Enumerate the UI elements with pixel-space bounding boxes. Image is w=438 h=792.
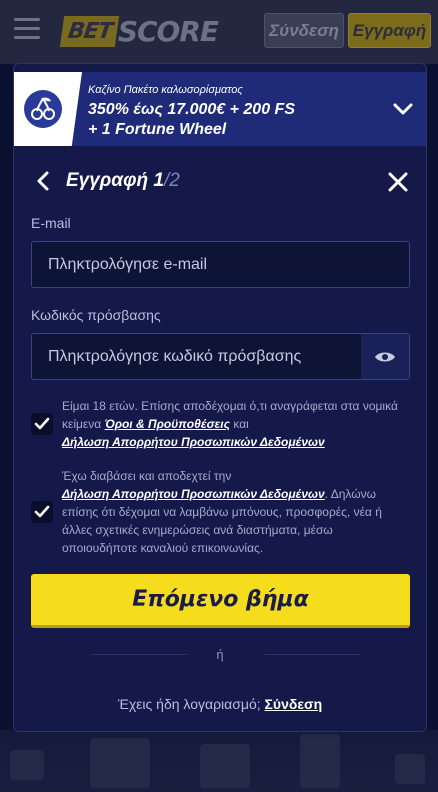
have-account-row: Έχεις ήδη λογαριασμό; Σύνδεση [14, 696, 426, 712]
promo-icon-area [14, 72, 82, 146]
privacy-link[interactable]: Δήλωση Απορρήτου Προσωπικών Δεδομένων [62, 435, 325, 449]
terms-link[interactable]: Όροι & Προϋποθέσεις [105, 417, 230, 431]
next-step-button[interactable]: Επόμενο βήμα [31, 574, 410, 628]
promo-offer-line2: + 1 Fortune Wheel [88, 121, 227, 138]
modal-header: Εγγραφή 1/2 [14, 164, 426, 200]
chevron-down-icon[interactable] [392, 98, 414, 120]
promo-subtitle: Καζίνο Πακέτο καλωσορίσματος [88, 84, 243, 96]
chevron-left-icon[interactable] [34, 170, 54, 192]
cherry-icon [24, 90, 62, 128]
consent2-text1: Έχω διαβάσει και αποδεχτεί την [62, 469, 232, 483]
logo-bet: BET [59, 15, 119, 47]
email-placeholder: Πληκτρολόγησε e-mail [48, 255, 208, 273]
modal-title: Εγγραφή 1/2 [66, 170, 180, 192]
checkmark-icon [34, 505, 50, 518]
header-register-button[interactable]: Εγγραφή [348, 13, 431, 48]
login-link[interactable]: Σύνδεση [265, 696, 323, 712]
site-header: BET SCORE Σύνδεση Εγγραφή [0, 0, 438, 64]
checkmark-icon [34, 417, 50, 430]
marketing-consent-text: Έχω διαβάσει και αποδεχτεί την Δήλωση Απ… [62, 467, 408, 557]
privacy-link-2[interactable]: Δήλωση Απορρήτου Προσωπικών Δεδομένων [62, 487, 325, 501]
close-icon[interactable] [388, 172, 408, 192]
title-step: 1 [153, 170, 164, 191]
logo-score: SCORE [117, 14, 219, 48]
registration-modal: Καζίνο Πακέτο καλωσορίσματος 350% έως 17… [13, 63, 427, 732]
welcome-bonus-banner[interactable]: Καζίνο Πακέτο καλωσορίσματος 350% έως 17… [14, 72, 426, 146]
show-password-button[interactable] [361, 334, 409, 379]
email-label: E-mail [31, 215, 71, 231]
header-login-button[interactable]: Σύνδεση [264, 13, 344, 48]
password-label: Κωδικός πρόσβασης [31, 307, 161, 323]
eye-icon [375, 352, 395, 361]
marketing-consent-checkbox[interactable] [31, 501, 53, 523]
consent1-text2: και [230, 417, 249, 431]
betscore-logo[interactable]: BET SCORE [59, 14, 219, 48]
background-content [0, 730, 438, 792]
divider-right [265, 654, 361, 655]
title-total: /2 [163, 170, 180, 191]
or-separator: ή [216, 647, 224, 662]
password-field[interactable]: Πληκτρολόγησε κωδικό πρόσβασης [31, 333, 410, 380]
have-account-text: Έχεις ήδη λογαριασμό; [117, 696, 265, 712]
promo-offer-line1: 350% έως 17.000€ + 200 FS [88, 101, 295, 118]
age-terms-checkbox[interactable] [31, 413, 53, 435]
title-prefix: Εγγραφή [66, 170, 154, 191]
promo-offer: 350% έως 17.000€ + 200 FS + 1 Fortune Wh… [88, 100, 388, 140]
email-field[interactable]: Πληκτρολόγησε e-mail [31, 241, 410, 288]
age-terms-consent-text: Είμαι 18 ετών. Επίσης αποδέχομαι ό,τι αν… [62, 397, 408, 451]
password-placeholder: Πληκτρολόγησε κωδικό πρόσβασης [48, 347, 302, 365]
hamburger-menu-icon[interactable] [14, 18, 40, 40]
